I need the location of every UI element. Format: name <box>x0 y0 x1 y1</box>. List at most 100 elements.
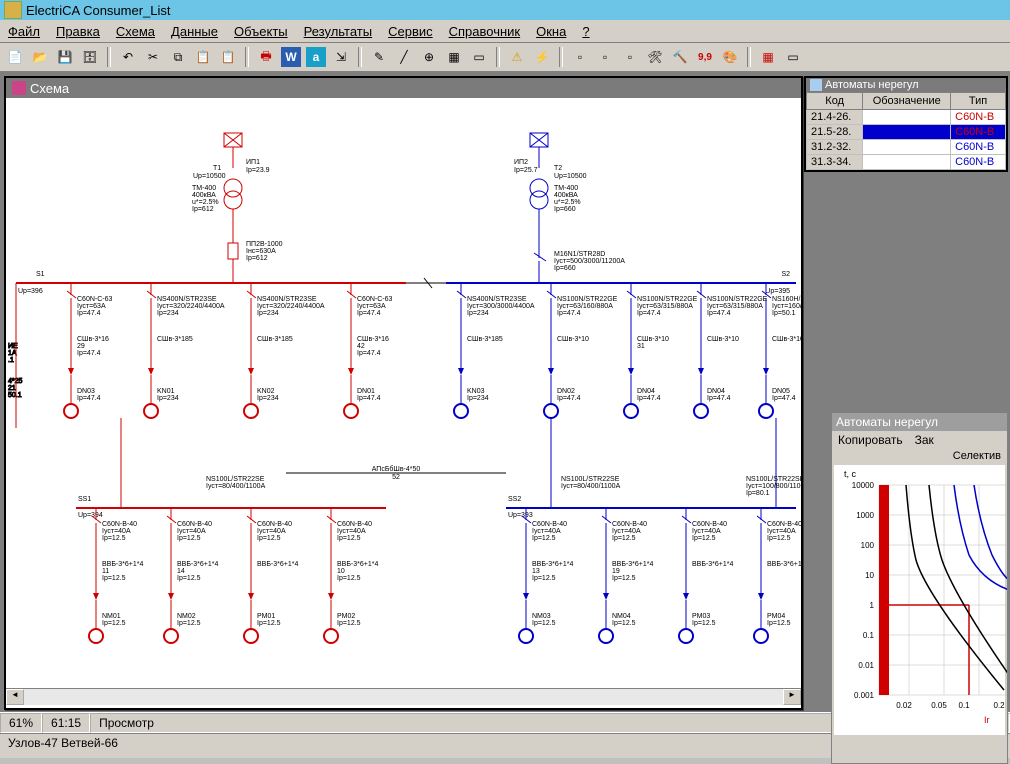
svg-text:DN03: DN03 <box>77 388 95 395</box>
sheet1-icon[interactable]: ▫ <box>569 46 591 68</box>
svg-text:СШв-3*185: СШв-3*185 <box>467 336 503 343</box>
svg-text:Ip=12.5: Ip=12.5 <box>532 535 556 542</box>
word-icon[interactable]: W <box>280 46 302 68</box>
svg-text:Iуст=40А: Iуст=40А <box>337 528 366 535</box>
sheet3-icon[interactable]: ▫ <box>619 46 641 68</box>
svg-text:ТМ-400: ТМ-400 <box>192 185 216 192</box>
svg-text:ТМ-400: ТМ-400 <box>554 185 578 192</box>
zoom-icon[interactable]: ⊕ <box>418 46 440 68</box>
svg-text:SS2: SS2 <box>508 496 521 503</box>
scheme-canvas[interactable]: ИЕ 1A .1 4*25 21 50.1 T1 Up=10500 ИП1 <box>6 98 801 688</box>
svg-text:C60N-В-40: C60N-В-40 <box>177 521 212 528</box>
automats-table[interactable]: Код Обозначение Тип 21.4-26.C60N-В21.5-2… <box>806 92 1006 170</box>
svg-text:Ip=234: Ip=234 <box>467 310 489 317</box>
svg-text:C60N-В-40: C60N-В-40 <box>612 521 647 528</box>
save-all-icon[interactable]: 🗄 <box>79 46 101 68</box>
palette-icon[interactable]: 🎨 <box>719 46 741 68</box>
curve-titlebar[interactable]: Автоматы нерегул <box>832 413 1007 431</box>
svg-text:NM04: NM04 <box>612 613 631 620</box>
status-nodes: Узлов-47 Ветвей-66 <box>8 736 118 750</box>
status-zoom: 61% <box>0 713 42 733</box>
svg-text:СШв-3*10: СШв-3*10 <box>637 336 669 343</box>
num99-icon[interactable]: 9,9 <box>694 46 716 68</box>
undo-icon[interactable]: ↶ <box>117 46 139 68</box>
svg-text:0.05: 0.05 <box>931 701 947 710</box>
svg-text:Iуст=300/3000/4400А: Iуст=300/3000/4400А <box>467 303 535 310</box>
scroll-right-icon[interactable]: ► <box>783 689 801 705</box>
svg-text:ВВБ-3*6+1*4: ВВБ-3*6+1*4 <box>337 561 378 568</box>
col-label[interactable]: Обозначение <box>863 93 951 110</box>
svg-text:C60N-В-40: C60N-В-40 <box>102 521 137 528</box>
print-icon[interactable]: 🖶 <box>255 46 277 68</box>
menu-service[interactable]: Сервис <box>388 24 433 39</box>
paste-icon[interactable]: 📋 <box>192 46 214 68</box>
svg-text:Ip=12.5: Ip=12.5 <box>692 535 716 542</box>
box-icon[interactable]: ▭ <box>468 46 490 68</box>
svg-text:Ip=234: Ip=234 <box>257 395 279 402</box>
menu-scheme[interactable]: Схема <box>116 24 155 39</box>
menu-reference[interactable]: Справочник <box>449 24 521 39</box>
scheme-scrollbar[interactable]: ◄ ► <box>6 688 801 705</box>
table-row[interactable]: 21.4-26.C60N-В <box>807 110 1006 125</box>
col-code[interactable]: Код <box>807 93 863 110</box>
menu-objects[interactable]: Объекты <box>234 24 288 39</box>
autocad-icon[interactable]: a <box>305 46 327 68</box>
scheme-icon <box>12 81 26 95</box>
svg-text:Ip=234: Ip=234 <box>157 395 179 402</box>
menu-windows[interactable]: Окна <box>536 24 566 39</box>
svg-text:Ip=12.5: Ip=12.5 <box>337 620 361 627</box>
curve-window: Автоматы нерегул Копировать Зак Селектив… <box>831 412 1008 764</box>
grid-icon[interactable]: ▦ <box>443 46 465 68</box>
menu-edit[interactable]: Правка <box>56 24 100 39</box>
window-title: ElectriCA Consumer_List <box>26 3 171 18</box>
col-type[interactable]: Тип <box>951 93 1006 110</box>
automats-titlebar[interactable]: Автоматы нерегул <box>806 78 1006 92</box>
table-row[interactable]: 31.2-32.C60N-В <box>807 140 1006 155</box>
scheme-titlebar[interactable]: Схема <box>6 78 801 98</box>
menu-help[interactable]: ? <box>582 24 589 39</box>
scroll-left-icon[interactable]: ◄ <box>6 689 24 705</box>
svg-text:29: 29 <box>77 343 85 350</box>
menu-results[interactable]: Результаты <box>304 24 372 39</box>
table-row[interactable]: 31.3-34.C60N-В <box>807 155 1006 170</box>
export-icon[interactable]: ⇲ <box>330 46 352 68</box>
svg-text:1: 1 <box>870 601 875 610</box>
sheet2-icon[interactable]: ▫ <box>594 46 616 68</box>
svg-text:Iуст=63А: Iуст=63А <box>77 303 106 310</box>
flash-icon[interactable]: ⚡ <box>531 46 553 68</box>
svg-text:Ip=47.4: Ip=47.4 <box>357 350 381 357</box>
grid-view-icon[interactable]: ▦ <box>757 46 779 68</box>
new-icon[interactable]: 📄 <box>4 46 26 68</box>
svg-text:Ip=47.4: Ip=47.4 <box>557 310 581 317</box>
svg-text:ИП2: ИП2 <box>514 159 528 166</box>
menu-data[interactable]: Данные <box>171 24 218 39</box>
svg-text:Ip=12.5: Ip=12.5 <box>767 535 791 542</box>
curve-close[interactable]: Зак <box>915 433 934 447</box>
open-icon[interactable]: 📂 <box>29 46 51 68</box>
edit-icon[interactable]: ✎ <box>368 46 390 68</box>
svg-text:ИЕ: ИЕ <box>8 343 18 350</box>
line-icon[interactable]: ╱ <box>393 46 415 68</box>
svg-text:Ip=80.1: Ip=80.1 <box>746 490 770 497</box>
svg-text:DN02: DN02 <box>557 388 575 395</box>
tools-icon[interactable]: 🛠 <box>644 46 666 68</box>
svg-text:100: 100 <box>861 541 875 550</box>
hammer-icon[interactable]: 🔨 <box>669 46 691 68</box>
warn-icon[interactable]: ⚠ <box>506 46 528 68</box>
save-icon[interactable]: 💾 <box>54 46 76 68</box>
workarea: Схема ИЕ 1A .1 4*25 21 50.1 <box>0 72 1010 712</box>
curve-plot[interactable]: t, c <box>834 465 1005 735</box>
copy-icon[interactable]: ⧉ <box>167 46 189 68</box>
page-icon[interactable]: ▭ <box>782 46 804 68</box>
paste2-icon[interactable]: 📋 <box>217 46 239 68</box>
svg-text:Ip=50.1: Ip=50.1 <box>772 310 796 317</box>
svg-text:M16N1/STR28D: M16N1/STR28D <box>554 251 605 258</box>
table-row[interactable]: 21.5-28.C60N-В <box>807 125 1006 140</box>
menu-file[interactable]: Файл <box>8 24 40 39</box>
cut-icon[interactable]: ✂ <box>142 46 164 68</box>
svg-text:NS100N/STR22GE: NS100N/STR22GE <box>557 296 618 303</box>
svg-text:Iуст=500/3000/11200А: Iуст=500/3000/11200А <box>554 258 625 265</box>
svg-text:Ip=47.4: Ip=47.4 <box>772 395 796 402</box>
scroll-track[interactable] <box>24 689 783 705</box>
curve-copy[interactable]: Копировать <box>838 433 903 447</box>
